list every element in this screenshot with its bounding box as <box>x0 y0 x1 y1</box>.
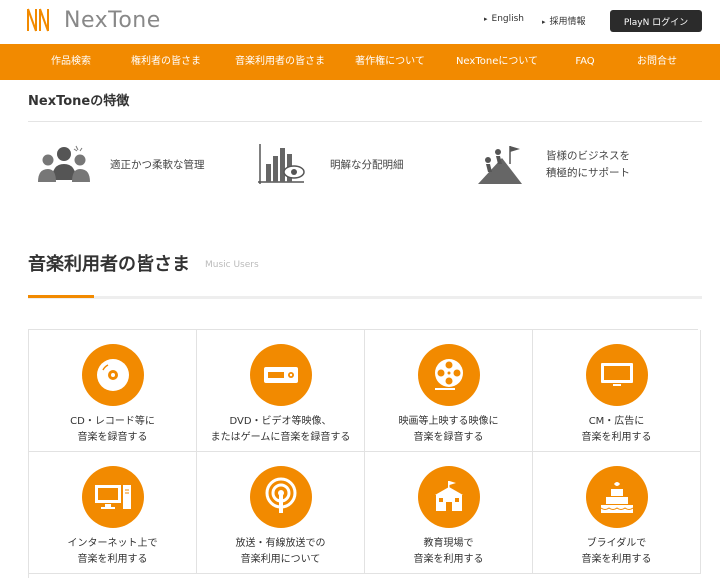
triangle-right-icon: ▸ <box>484 15 488 23</box>
nav-item-faq[interactable]: FAQ <box>575 44 594 80</box>
label-line1: DVD・ビデオ等映像、 <box>229 416 332 427</box>
label-line2: 音楽利用について <box>240 554 321 565</box>
feature-management: 適正かつ柔軟な管理 <box>34 140 205 190</box>
feature-distribution: 明解な分配明細 <box>256 140 404 190</box>
grid-item-broadcast[interactable]: 放送・有線放送での 音楽利用について <box>197 452 365 574</box>
grid-item-film[interactable]: 映画等上映する映像に 音楽を録音する <box>365 330 533 452</box>
feature-label-line1: 皆様のビジネスを <box>546 150 630 162</box>
main-nav: 作品検索 権利者の皆さま 音楽利用者の皆さま 著作権について NexToneにつ… <box>0 44 720 80</box>
label-line2: またはゲームに音楽を録音する <box>210 432 351 443</box>
top-links: ▸ English ▸ 採用情報 <box>484 14 586 27</box>
grid-item-label: CD・レコード等に 音楽を録音する <box>29 414 196 446</box>
label-line2: 音楽を利用する <box>77 554 148 565</box>
english-link[interactable]: ▸ English <box>484 14 524 27</box>
people-icon <box>38 145 90 182</box>
grid-item-cd[interactable]: CD・レコード等に 音楽を録音する <box>29 330 197 452</box>
icon-circle <box>81 344 144 406</box>
divider <box>28 121 702 122</box>
tv-icon <box>600 363 633 386</box>
icon-circle <box>249 466 312 528</box>
school-icon <box>434 481 463 511</box>
recruit-link[interactable]: ▸ 採用情報 <box>542 14 586 27</box>
features-title: NexToneの特徴 <box>28 94 130 109</box>
feature-label: 明解な分配明細 <box>330 158 404 171</box>
nav-item-rights-holders[interactable]: 権利者の皆さま <box>131 44 201 80</box>
label-line2: 音楽を録音する <box>413 432 484 443</box>
top-bar: NexTone ▸ English ▸ 採用情報 PlayN ログイン <box>0 0 720 44</box>
nav-item-music-users[interactable]: 音楽利用者の皆さま <box>235 44 325 80</box>
recruit-link-label: 採用情報 <box>549 17 586 27</box>
label-line1: インターネット上で <box>67 538 158 549</box>
grid-item-cm[interactable]: CM・広告に 音楽を利用する <box>533 330 701 452</box>
nav-item-copyright[interactable]: 著作権について <box>355 44 425 80</box>
feature-support: 皆様のビジネスを 積極的にサポート <box>474 140 630 190</box>
section-divider <box>28 296 702 299</box>
broadcast-icon <box>265 477 296 513</box>
grid-item-label: DVD・ビデオ等映像、またはゲームに音楽を録音する <box>197 414 364 446</box>
grid-item-internet[interactable]: インターネット上で 音楽を利用する <box>29 452 197 574</box>
label-line1: CM・広告に <box>588 416 645 427</box>
mountain-climb-icon <box>478 146 522 184</box>
icon-circle <box>417 344 480 406</box>
feature-label: 皆様のビジネスを 積極的にサポート <box>546 148 630 182</box>
label-line1: 教育現場で <box>423 538 474 549</box>
section-divider-accent <box>28 295 94 298</box>
grid-item-bridal[interactable]: ブライダルで 音楽を利用する <box>533 452 701 574</box>
computer-icon <box>94 485 131 509</box>
grid-item-label: 放送・有線放送での 音楽利用について <box>197 536 364 568</box>
grid-item-label: インターネット上で 音楽を利用する <box>29 536 196 568</box>
dvd-player-icon <box>263 367 298 383</box>
label-line1: CD・レコード等に <box>70 416 155 427</box>
feature-label: 適正かつ柔軟な管理 <box>110 158 205 171</box>
nav-item-about[interactable]: NexToneについて <box>456 44 538 80</box>
nav-item-work-search[interactable]: 作品検索 <box>51 44 91 80</box>
grid-item-education[interactable]: 教育現場で音楽を利用する <box>365 452 533 574</box>
film-reel-icon <box>434 359 463 390</box>
label-line2: 音楽を利用する <box>581 432 652 443</box>
wedding-cake-icon <box>600 482 633 513</box>
label-line1: 放送・有線放送での <box>235 538 326 549</box>
nextone-logo-icon <box>27 8 49 32</box>
icon-circle <box>417 466 480 528</box>
icon-circle <box>585 466 648 528</box>
cd-icon <box>96 359 129 391</box>
label-line2: 音楽を利用する <box>413 554 484 565</box>
bar-chart-eye-icon <box>258 144 305 184</box>
section-subtitle: Music Users <box>205 260 259 270</box>
grid-item-dvd[interactable]: DVD・ビデオ等映像、またはゲームに音楽を録音する <box>197 330 365 452</box>
icon-circle <box>249 344 312 406</box>
grid-item-label: ブライダルで 音楽を利用する <box>533 536 700 568</box>
grid-item-label: CM・広告に 音楽を利用する <box>533 414 700 446</box>
grid-item-label: 映画等上映する映像に 音楽を録音する <box>365 414 532 446</box>
english-link-label: English <box>491 14 525 24</box>
label-line1: ブライダルで <box>586 538 647 549</box>
playn-login-button[interactable]: PlayN ログイン <box>610 10 702 32</box>
logo[interactable]: NexTone <box>26 6 161 34</box>
label-line2: 音楽を録音する <box>77 432 148 443</box>
icon-circle <box>81 466 144 528</box>
icon-circle <box>585 344 648 406</box>
section-title: 音楽利用者の皆さま <box>28 254 190 275</box>
grid-item-label: 教育現場で音楽を利用する <box>365 536 532 568</box>
feature-label-line2: 積極的にサポート <box>546 167 630 179</box>
nav-item-contact[interactable]: お問合せ <box>637 44 677 80</box>
label-line2: 音楽を利用する <box>581 554 652 565</box>
music-users-grid: CD・レコード等に 音楽を録音する DVD・ビデオ等映像、 またはゲームに音楽を録音… <box>28 329 701 578</box>
triangle-right-icon: ▸ <box>542 18 546 26</box>
label-line1: 映画等上映する映像に <box>398 416 499 427</box>
logo-text: NexTone <box>64 7 161 33</box>
